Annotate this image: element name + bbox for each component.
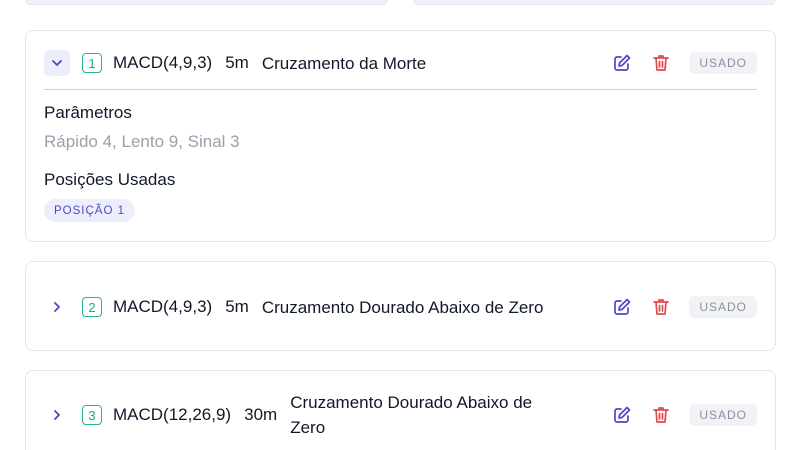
trash-icon[interactable]	[650, 296, 672, 318]
signal-label: Cruzamento Dourado Abaixo de Zero	[261, 297, 544, 317]
strategy-number-badge: 3	[82, 405, 102, 425]
strategy-header[interactable]: 3 MACD(12,26,9) 30m Cruzamento Dourado A…	[44, 389, 757, 441]
timeframe-label: 5m	[225, 53, 249, 72]
strategy-card: 3 MACD(12,26,9) 30m Cruzamento Dourado A…	[25, 370, 776, 450]
chevron-right-icon[interactable]	[44, 402, 70, 428]
indicator-label: MACD(4,9,3)	[113, 297, 213, 316]
position-badge: POSIÇÃO 1	[44, 199, 135, 222]
status-badge: USADO	[689, 52, 757, 74]
strategy-header[interactable]: 2 MACD(4,9,3) 5m Cruzamento Dourado Abai…	[44, 280, 757, 334]
edit-icon[interactable]	[611, 404, 633, 426]
chevron-down-icon[interactable]	[44, 50, 70, 76]
status-badge: USADO	[689, 404, 757, 426]
previous-panel-right	[413, 0, 776, 5]
timeframe-label: 30m	[244, 405, 278, 424]
strategy-card: 2 MACD(4,9,3) 5m Cruzamento Dourado Abai…	[25, 261, 776, 351]
strategy-card: 1 MACD(4,9,3) 5m Cruzamento da Morte USA…	[25, 30, 776, 242]
trash-icon[interactable]	[650, 404, 672, 426]
indicator-label: MACD(4,9,3)	[113, 53, 213, 72]
parameters-value: Rápido 4, Lento 9, Sinal 3	[44, 132, 240, 151]
trash-icon[interactable]	[650, 52, 672, 74]
signal-label: Cruzamento Dourado Abaixo de Zero	[290, 393, 533, 437]
previous-panel-left	[25, 0, 388, 5]
divider	[44, 89, 757, 90]
edit-icon[interactable]	[611, 296, 633, 318]
chevron-right-icon[interactable]	[44, 294, 70, 320]
signal-label: Cruzamento da Morte	[261, 53, 427, 73]
edit-icon[interactable]	[611, 52, 633, 74]
strategy-number-badge: 2	[82, 297, 102, 317]
strategy-number-badge: 1	[82, 53, 102, 73]
positions-title: Posições Usadas	[44, 170, 176, 189]
strategy-header[interactable]: 1 MACD(4,9,3) 5m Cruzamento da Morte USA…	[44, 49, 757, 77]
indicator-label: MACD(12,26,9)	[113, 405, 232, 424]
parameters-title: Parâmetros	[44, 103, 132, 122]
timeframe-label: 5m	[225, 297, 249, 316]
status-badge: USADO	[689, 296, 757, 318]
